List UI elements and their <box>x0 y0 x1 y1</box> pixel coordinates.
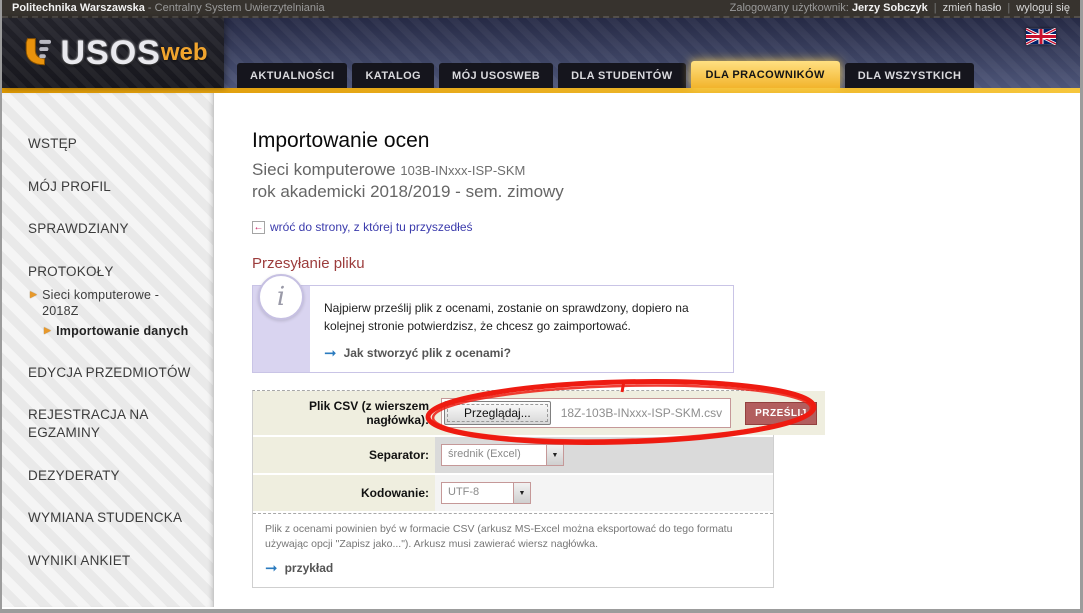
sidebar-item-protokoly[interactable]: PROTOKOŁY ▶ Sieci komputerowe - 2018Z ▶ … <box>28 263 203 339</box>
file-input[interactable]: Przeglądaj... 18Z-103B-INxxx-ISP-SKM.csv <box>441 398 731 428</box>
logo-text-suffix: web <box>161 39 208 67</box>
sidebar: WSTĘP MÓJ PROFIL SPRAWDZIANY PROTOKOŁY ▶… <box>2 93 214 607</box>
institution-name: Politechnika Warszawska <box>12 2 145 14</box>
logged-in-label: Zalogowany użytkownik: <box>730 2 849 14</box>
change-password-link[interactable]: zmień hasło <box>943 2 1002 14</box>
sidebar-item-wymiana-studencka[interactable]: WYMIANA STUDENCKA <box>28 509 203 527</box>
sidebar-subitem-sieci-komputerowe[interactable]: ▶ Sieci komputerowe - 2018Z <box>30 287 203 320</box>
protokoly-submenu: ▶ Sieci komputerowe - 2018Z ▶ Importowan… <box>30 287 203 339</box>
tab-katalog[interactable]: KATALOG <box>352 63 434 88</box>
tab-dla-wszystkich[interactable]: DLA WSZYSTKICH <box>845 63 975 88</box>
system-name: - Centralny System Uwierzytelniania <box>145 2 325 14</box>
separator-selected-value: średnik (Excel) <box>442 445 546 465</box>
sidebar-item-edycja-przedmiotow[interactable]: EDYCJA PRZEDMIOTÓW <box>28 364 203 382</box>
uk-flag-icon[interactable] <box>1026 28 1056 45</box>
logout-link[interactable]: wyloguj się <box>1016 2 1070 14</box>
top-bar: Politechnika Warszawska - Centralny Syst… <box>2 0 1080 18</box>
main-nav: AKTUALNOŚCI KATALOG MÓJ USOSWEB DLA STUD… <box>237 61 974 88</box>
cas-title: Politechnika Warszawska - Centralny Syst… <box>12 2 325 14</box>
sidebar-item-dezyderaty[interactable]: DEZYDERATY <box>28 467 203 485</box>
sidebar-item-moj-profil[interactable]: MÓJ PROFIL <box>28 178 203 196</box>
chevron-down-icon: ▼ <box>546 445 563 465</box>
bullet-arrow-icon: ▶ <box>30 289 37 320</box>
sidebar-subitem-importowanie-danych[interactable]: ▶ Importowanie danych <box>44 323 203 339</box>
page-title: Importowanie ocen <box>252 129 1080 153</box>
example-row: ➞ przykład <box>253 555 773 587</box>
arrow-right-icon: ➞ <box>324 346 337 361</box>
chevron-down-icon: ▼ <box>513 483 530 503</box>
encoding-row: Kodowanie: UTF-8 ▼ <box>253 475 773 513</box>
info-text: Najpierw prześlij plik z ocenami, zostan… <box>324 301 689 333</box>
sidebar-item-rejestracja-na-egzaminy[interactable]: REJESTRACJA NA EGZAMINY <box>28 406 188 441</box>
encoding-label: Kodowanie: <box>253 475 435 511</box>
tab-moj-usosweb[interactable]: MÓJ USOSWEB <box>439 63 553 88</box>
how-to-create-file-link[interactable]: Jak stworzyć plik z ocenami? <box>344 344 511 362</box>
back-link-row: ← wróć do strony, z której tu przyszedłe… <box>252 220 1080 234</box>
info-help-row: ➞ Jak stworzyć plik z ocenami? <box>324 344 696 362</box>
back-link[interactable]: wróć do strony, z której tu przyszedłeś <box>270 220 473 234</box>
separator-row: Separator: średnik (Excel) ▼ <box>253 437 773 475</box>
file-name-value: 18Z-103B-INxxx-ISP-SKM.csv <box>553 406 730 420</box>
info-icon: i <box>258 274 304 320</box>
term-line: rok akademicki 2018/2019 - sem. zimowy <box>252 181 1080 203</box>
tab-aktualnosci[interactable]: AKTUALNOŚCI <box>237 63 347 88</box>
logo-panel: USOSweb <box>2 18 224 88</box>
sidebar-item-sprawdziany[interactable]: SPRAWDZIANY <box>28 220 203 238</box>
arrow-right-icon: ➞ <box>265 561 278 576</box>
session-info: Zalogowany użytkownik: Jerzy Sobczyk | z… <box>730 2 1070 14</box>
upload-form: Plik CSV (z wierszem nagłówka): Przegląd… <box>252 390 774 587</box>
sidebar-item-wyniki-ankiet[interactable]: WYNIKI ANKIET <box>28 552 203 570</box>
tab-dla-studentow[interactable]: DLA STUDENTÓW <box>558 63 685 88</box>
divider: | <box>934 2 937 14</box>
usos-logo-icon <box>18 36 54 70</box>
browse-button[interactable]: Przeglądaj... <box>444 401 551 425</box>
usosweb-page: Politechnika Warszawska - Centralny Syst… <box>0 0 1083 613</box>
user-name: Jerzy Sobczyk <box>852 2 928 14</box>
course-line: Sieci komputerowe 103B-INxxx-ISP-SKM <box>252 159 1080 181</box>
separator-label: Separator: <box>253 437 435 473</box>
form-note: Plik z ocenami powinien być w formacie C… <box>253 513 773 554</box>
separator-select[interactable]: średnik (Excel) ▼ <box>441 444 564 466</box>
sidebar-item-wstep[interactable]: WSTĘP <box>28 135 203 153</box>
submit-button[interactable]: PRZEŚLIJ <box>745 402 817 425</box>
header: USOSweb AKTUALNOŚCI KATALOG MÓJ USOSWEB … <box>2 18 1080 88</box>
info-box: i Najpierw prześlij plik z ocenami, zost… <box>252 285 734 373</box>
note-text: Plik z ocenami powinien być w formacie C… <box>265 522 735 552</box>
bullet-arrow-icon: ▶ <box>44 325 51 339</box>
logo-text-main: USOS <box>60 34 160 73</box>
info-box-content: Najpierw prześlij plik z ocenami, zostan… <box>310 286 710 372</box>
example-link[interactable]: przykład <box>285 561 334 575</box>
usosweb-logo[interactable]: USOSweb <box>18 34 207 73</box>
course-name: Sieci komputerowe <box>252 160 396 179</box>
tab-dla-pracownikow[interactable]: DLA PRACOWNIKÓW <box>691 61 840 88</box>
file-label: Plik CSV (z wierszem nagłówka): <box>253 391 435 435</box>
file-row: Plik CSV (z wierszem nagłówka): Przegląd… <box>253 391 773 437</box>
encoding-select[interactable]: UTF-8 ▼ <box>441 482 531 504</box>
encoding-selected-value: UTF-8 <box>442 483 513 503</box>
back-arrow-icon: ← <box>252 221 265 234</box>
section-title: Przesyłanie pliku <box>252 255 1080 272</box>
divider: | <box>1007 2 1010 14</box>
course-code: 103B-INxxx-ISP-SKM <box>400 163 525 178</box>
main-content: Importowanie ocen Sieci komputerowe 103B… <box>214 93 1080 607</box>
